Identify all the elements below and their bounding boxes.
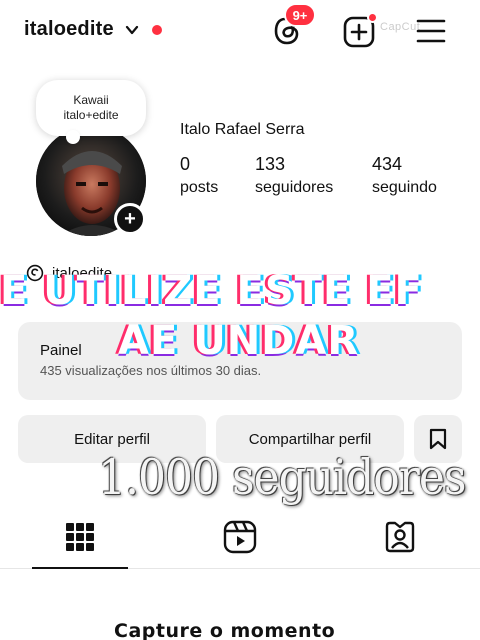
tab-reels[interactable] bbox=[160, 505, 320, 569]
username: italoedite bbox=[24, 18, 114, 40]
tab-tagged[interactable] bbox=[320, 505, 480, 569]
full-name: Italo Rafael Serra bbox=[180, 121, 305, 138]
posts-label: posts bbox=[180, 179, 219, 196]
note-line-2: italo+edite bbox=[63, 108, 119, 122]
tab-posts-grid[interactable] bbox=[0, 505, 160, 569]
following-count: 434 bbox=[372, 154, 403, 174]
profile-tabs bbox=[0, 505, 480, 569]
posts-count: 0 bbox=[180, 154, 191, 174]
tagged-icon bbox=[385, 521, 415, 553]
followers-overlay-text: 1.000 seguidores bbox=[98, 450, 466, 507]
note-bubble[interactable]: Kawaii italo+edite bbox=[36, 80, 146, 144]
chevron-down-icon bbox=[125, 25, 138, 34]
panel-subtitle: 435 visualizações nos últimos 30 dias. bbox=[40, 363, 262, 378]
notification-badge: 9+ bbox=[284, 3, 316, 27]
bottom-caption: Capture o momento bbox=[114, 620, 336, 640]
bookmark-icon bbox=[429, 428, 447, 450]
menu-icon[interactable] bbox=[415, 17, 447, 45]
posts-stat[interactable]: 0 posts bbox=[180, 154, 218, 197]
glitch-text-line-2: AE UNDAR bbox=[118, 318, 360, 364]
following-label: seguindo bbox=[372, 179, 437, 196]
unread-dot bbox=[151, 24, 162, 35]
followers-count: 133 bbox=[255, 154, 286, 174]
note-line-1: Kawaii bbox=[73, 93, 109, 107]
top-bar: italoedite 9+ CapCut bbox=[0, 0, 480, 62]
add-post-dot bbox=[367, 12, 378, 23]
grid-icon bbox=[66, 523, 94, 551]
followers-label: seguidores bbox=[255, 179, 334, 196]
followers-stat[interactable]: 133 seguidores bbox=[255, 154, 333, 197]
add-story-button[interactable]: + bbox=[114, 203, 146, 235]
active-tab-indicator bbox=[32, 567, 128, 569]
glitch-text-line-1: E UTILIZE ESTE EF bbox=[0, 268, 423, 314]
reels-icon bbox=[223, 520, 257, 554]
following-stat[interactable]: 434 seguindo bbox=[372, 154, 437, 197]
account-switcher[interactable]: italoedite bbox=[24, 18, 162, 41]
